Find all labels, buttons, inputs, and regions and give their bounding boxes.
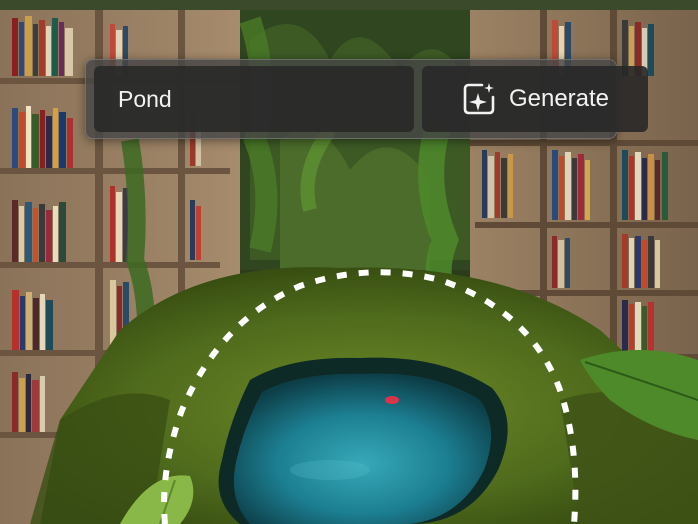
contextual-prompt-bar: Generate [85, 59, 648, 139]
generate-button-label: Generate [508, 85, 610, 112]
generate-button[interactable]: Generate [422, 66, 648, 132]
generative-sparkle-icon [461, 81, 497, 117]
prompt-input[interactable] [94, 66, 414, 132]
